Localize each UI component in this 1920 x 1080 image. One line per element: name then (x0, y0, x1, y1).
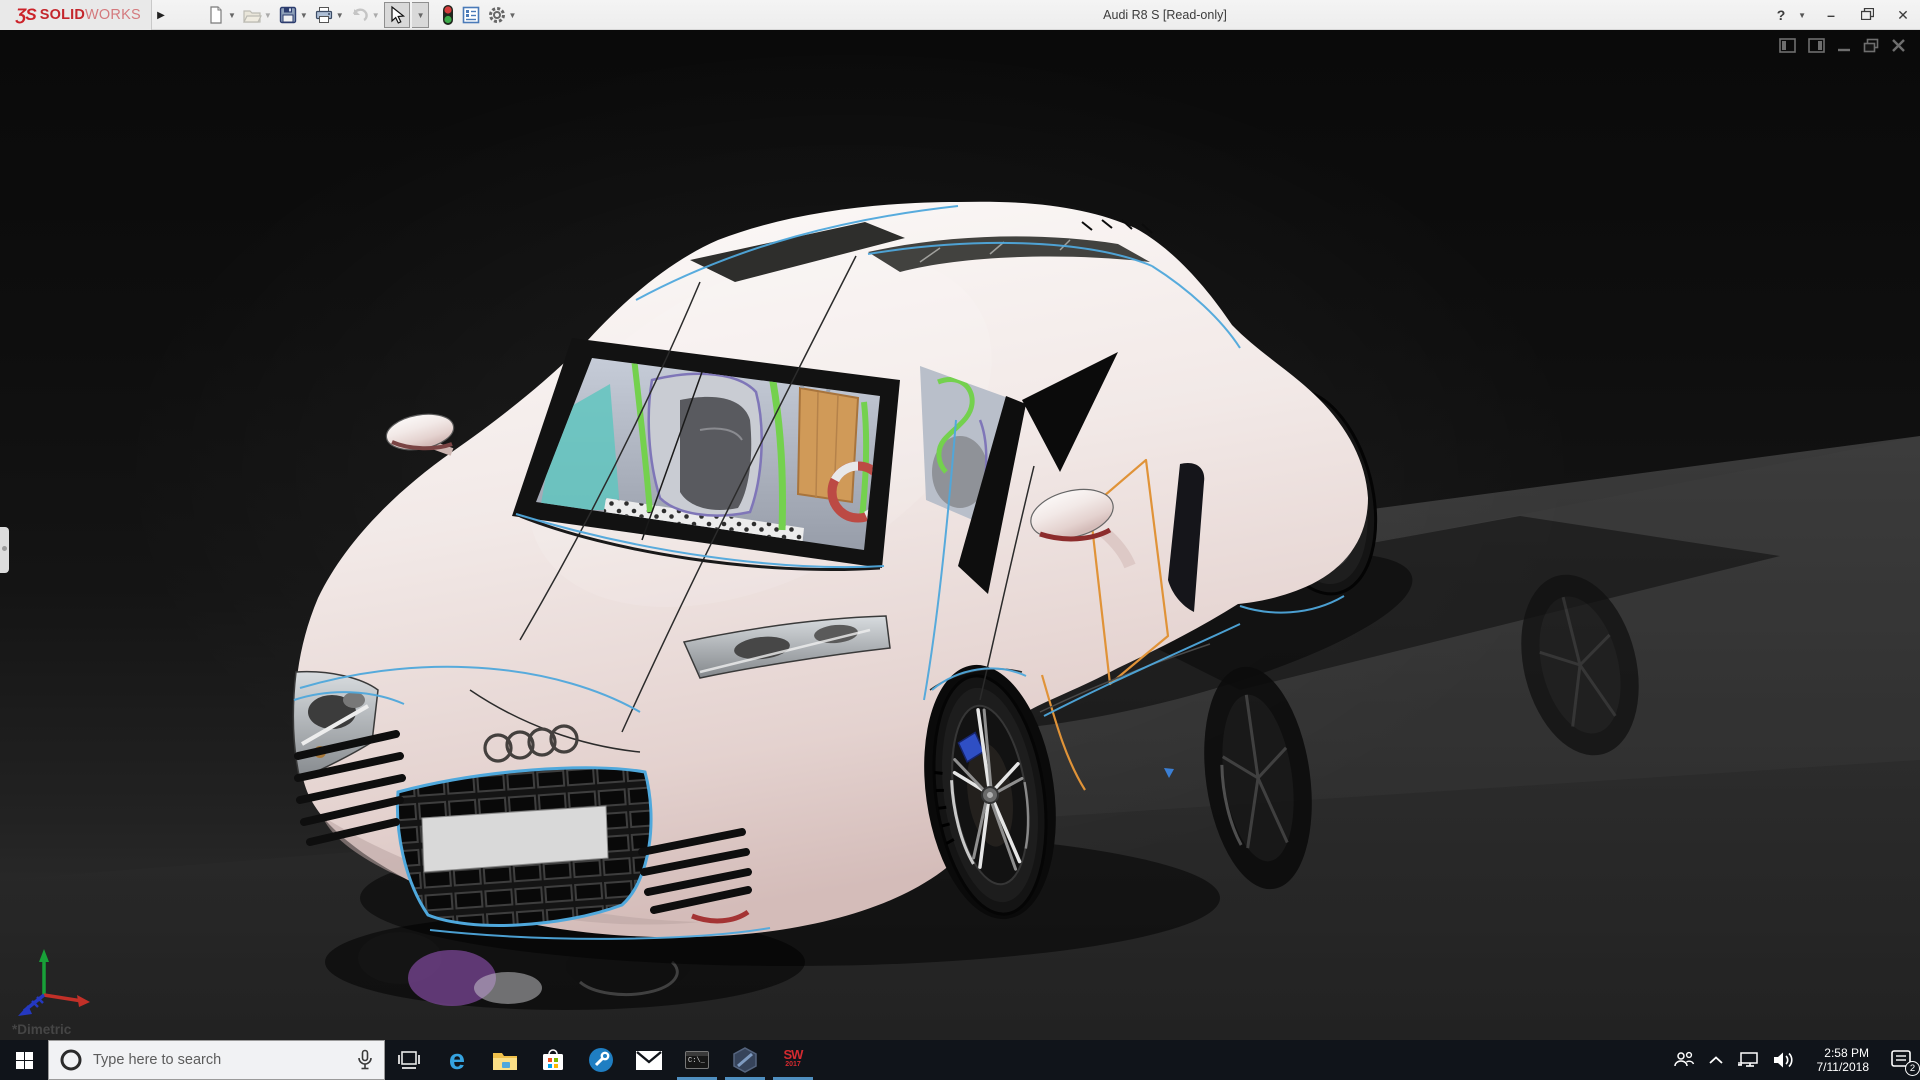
command-prompt-icon: C:\_ (685, 1051, 709, 1069)
view-orientation-label: *Dimetric (12, 1022, 72, 1037)
hidden-icons-button[interactable] (1702, 1040, 1730, 1080)
wrench-circle-icon (589, 1048, 613, 1072)
solidworks-2017-icon: SW 2017 (783, 1047, 804, 1068)
microphone-icon[interactable] (356, 1049, 374, 1071)
task-view-button[interactable] (385, 1040, 433, 1080)
print-icon (315, 7, 332, 23)
taskbar-app-command-prompt[interactable]: C:\_ (673, 1040, 721, 1080)
close-button[interactable]: ✕ (1892, 7, 1914, 24)
doc-close-icon[interactable] (1891, 38, 1906, 53)
select-tool-caret[interactable]: ▼ (411, 2, 429, 28)
people-button[interactable] (1666, 1040, 1702, 1080)
action-center-button[interactable]: 2 (1884, 1040, 1920, 1080)
model-canvas[interactable]: *Dimetric (0, 30, 1920, 1040)
help-caret[interactable]: ▼ (1798, 11, 1806, 20)
save-button[interactable]: ▼ (276, 2, 310, 28)
print-button[interactable]: ▼ (312, 2, 346, 28)
taskbar-app-composer[interactable] (721, 1040, 769, 1080)
tray-time: 2:58 PM (1824, 1046, 1869, 1060)
network-icon (1737, 1052, 1758, 1067)
system-tray: 2:58 PM 7/11/2018 2 (1666, 1040, 1920, 1080)
taskbar-app-store[interactable] (529, 1040, 577, 1080)
taskbar-app-edge[interactable]: e (433, 1040, 481, 1080)
people-icon (1673, 1051, 1694, 1067)
orientation-triad (18, 949, 90, 1016)
restore-icon (1860, 7, 1874, 21)
file-explorer-icon (493, 1052, 517, 1070)
solidworks-logo-mark-icon: ƷS (16, 5, 37, 24)
taskbar-app-settings-tool[interactable] (577, 1040, 625, 1080)
windows-logo-icon (15, 1051, 33, 1069)
traffic-light-icon (442, 5, 453, 25)
quick-toolbar: ▼ ▼ ▼ ▼ ▼ ▼ ▼ (204, 0, 520, 30)
menu-flyout-button[interactable]: ▶ (152, 2, 170, 28)
search-input[interactable] (93, 1052, 356, 1068)
taskbar-search[interactable] (48, 1040, 385, 1080)
restore-button[interactable] (1856, 7, 1878, 23)
hexagon-app-icon (733, 1047, 757, 1073)
select-cursor-icon (391, 5, 405, 24)
open-folder-icon (242, 10, 262, 23)
taskbar-app-solidworks[interactable]: SW 2017 (769, 1040, 817, 1080)
title-bar: ƷS SOLID WORKS ▶ ▼ ▼ ▼ ▼ ▼ ▼ ▼ Audi R8 S… (0, 0, 1920, 30)
feature-panel-collapsed-tab[interactable] (0, 527, 9, 573)
edge-icon: e (448, 1043, 466, 1076)
microsoft-store-icon (543, 1049, 563, 1070)
volume-button[interactable] (1766, 1040, 1802, 1080)
undo-arrow-icon (352, 8, 368, 22)
show-right-pane-icon[interactable] (1808, 38, 1825, 53)
speaker-icon (1773, 1052, 1793, 1068)
doc-restore-icon[interactable] (1863, 38, 1879, 53)
options-list-icon (462, 6, 479, 24)
brand-solid-text: SOLID (39, 7, 86, 23)
undo-button[interactable]: ▼ (348, 2, 382, 28)
new-document-button[interactable]: ▼ (204, 2, 238, 28)
minimize-button[interactable]: – (1820, 7, 1842, 23)
chevron-up-icon (1708, 1055, 1723, 1064)
display-state-button[interactable] (439, 2, 457, 28)
mail-icon (636, 1050, 662, 1070)
window-title: Audi R8 S [Read-only] (1103, 8, 1227, 22)
desktop: ƷS SOLID WORKS ▶ ▼ ▼ ▼ ▼ ▼ ▼ ▼ Audi R8 S… (0, 0, 1920, 1080)
document-window-controls (1779, 38, 1906, 53)
task-view-icon (398, 1051, 420, 1069)
network-button[interactable] (1730, 1040, 1766, 1080)
taskbar-app-mail[interactable] (625, 1040, 673, 1080)
open-button[interactable]: ▼ (240, 2, 274, 28)
brand-works-text: WORKS (85, 7, 141, 23)
taskbar: e (0, 1040, 1920, 1080)
taskbar-app-file-explorer[interactable] (481, 1040, 529, 1080)
select-tool-button[interactable] (383, 2, 410, 28)
start-button[interactable] (0, 1040, 48, 1080)
doc-minimize-icon[interactable] (1837, 38, 1851, 53)
show-left-pane-icon[interactable] (1779, 38, 1796, 53)
gear-icon (488, 7, 505, 23)
cortana-icon (60, 1049, 82, 1071)
options-button[interactable]: ▼ (485, 2, 519, 28)
audi-r8-model-render (0, 40, 1920, 1040)
command-list-button[interactable] (459, 2, 483, 28)
notification-badge: 2 (1905, 1061, 1920, 1076)
clock[interactable]: 2:58 PM 7/11/2018 (1802, 1040, 1885, 1080)
save-floppy-icon (279, 6, 297, 24)
new-document-icon (210, 6, 222, 24)
help-button[interactable]: ? (1770, 7, 1792, 23)
tray-date: 7/11/2018 (1816, 1060, 1870, 1074)
solidworks-logo: ƷS SOLID WORKS (0, 0, 152, 30)
